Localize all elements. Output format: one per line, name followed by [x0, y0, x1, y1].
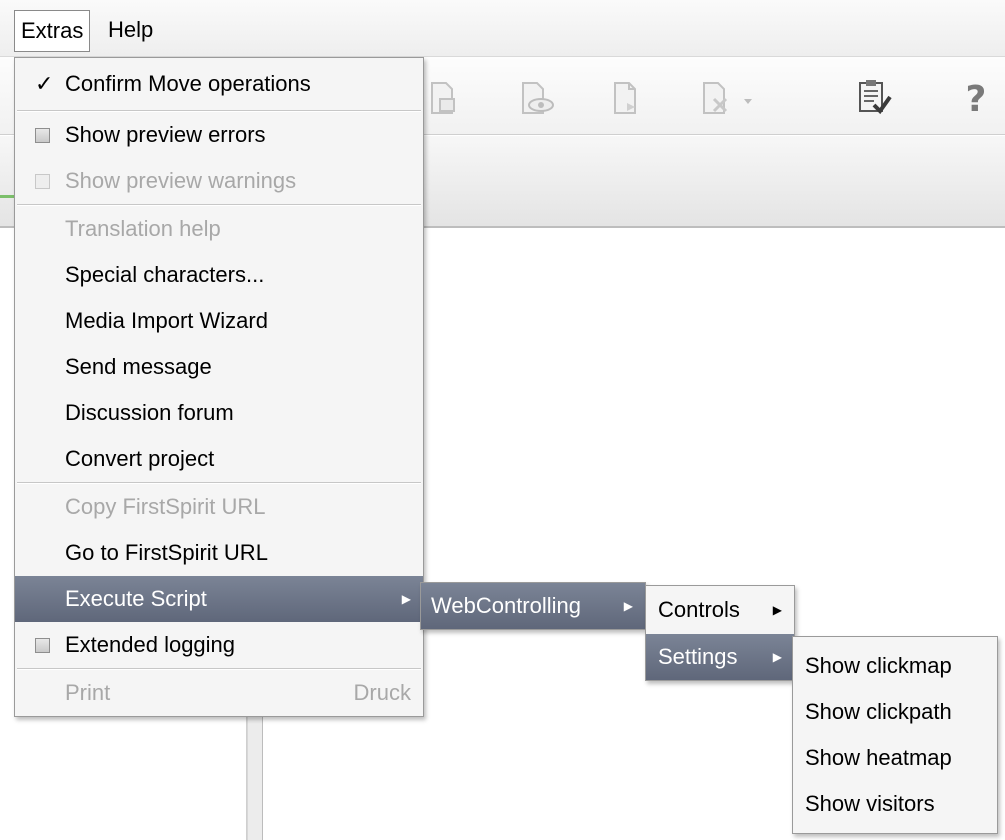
menu-item-label: Translation help [65, 216, 221, 241]
menu-item-label: Show preview warnings [65, 168, 297, 193]
menu-item-label: Special characters... [65, 262, 265, 287]
menu-item-settings[interactable]: Settings ▶ [646, 634, 794, 680]
settings-submenu: Show clickmap Show clickpath Show heatma… [792, 636, 998, 834]
svg-text:?: ? [966, 79, 987, 119]
menu-item-copy-firstspirit-url: Copy FirstSpirit URL [15, 484, 423, 530]
menu-item-label: Show visitors [805, 791, 935, 816]
menu-item-controls[interactable]: Controls ▶ [646, 586, 794, 634]
menu-item-special-characters[interactable]: Special characters... [15, 252, 423, 298]
submenu-arrow-icon: ▶ [401, 592, 411, 606]
menu-item-print: Print Druck [15, 670, 423, 716]
menu-item-label: Controls [658, 597, 740, 622]
menu-bar: Extras Help [0, 0, 1005, 57]
menu-item-discussion-forum[interactable]: Discussion forum [15, 390, 423, 436]
submenu-arrow-icon: ▶ [772, 603, 782, 617]
checkbox-icon[interactable] [35, 128, 50, 143]
menu-item-go-to-firstspirit-url[interactable]: Go to FirstSpirit URL [15, 530, 423, 576]
menu-item-show-visitors[interactable]: Show visitors [793, 781, 997, 827]
page-icon[interactable] [420, 77, 462, 119]
help-icon[interactable]: ? [955, 77, 997, 119]
menu-item-label: Show preview errors [65, 122, 266, 147]
menu-item-label: Execute Script [65, 586, 207, 611]
document-icon[interactable] [605, 77, 647, 119]
menu-item-execute-script[interactable]: Execute Script ▶ [15, 576, 423, 622]
menu-item-label: Go to FirstSpirit URL [65, 540, 268, 565]
menu-item-translation-help: Translation help [15, 206, 423, 252]
menu-item-label: Copy FirstSpirit URL [65, 494, 266, 519]
menu-item-label: Show clickmap [805, 653, 952, 678]
menu-item-media-import-wizard[interactable]: Media Import Wizard [15, 298, 423, 344]
menu-item-label: Print [65, 680, 111, 705]
menu-item-label: Show heatmap [805, 745, 952, 770]
submenu-arrow-icon: ▶ [772, 650, 782, 664]
menu-item-confirm-move[interactable]: ✓ Confirm Move operations [15, 58, 423, 110]
menu-item-convert-project[interactable]: Convert project [15, 436, 423, 482]
menu-item-label: Convert project [65, 446, 215, 471]
menu-item-show-clickpath[interactable]: Show clickpath [793, 689, 997, 735]
menu-item-label: Media Import Wizard [65, 308, 268, 333]
menu-item-label: Confirm Move operations [65, 71, 311, 96]
menu-item-extended-logging[interactable]: Extended logging [15, 622, 423, 668]
checklist-icon[interactable] [852, 77, 894, 119]
menu-item-label: Discussion forum [65, 400, 234, 425]
menu-item-show-preview-warnings: Show preview warnings [15, 158, 423, 204]
webcontrolling-submenu: Controls ▶ Settings ▶ [645, 585, 795, 681]
extras-menu: ✓ Confirm Move operations Show preview e… [14, 57, 424, 717]
menu-extras[interactable]: Extras [14, 10, 91, 52]
menu-item-webcontrolling[interactable]: WebControlling ▶ [421, 583, 645, 629]
document-dropdown-icon[interactable] [694, 77, 764, 119]
menu-item-label: Extended logging [65, 632, 236, 657]
script-submenu: WebControlling ▶ [420, 582, 646, 630]
menu-item-label: Send message [65, 354, 212, 379]
checkbox-icon [35, 174, 50, 189]
menu-item-label: WebControlling [431, 593, 582, 618]
checkmark-icon: ✓ [35, 71, 54, 96]
menu-item-label: Show clickpath [805, 699, 952, 724]
menu-item-send-message[interactable]: Send message [15, 344, 423, 390]
menu-item-show-heatmap[interactable]: Show heatmap [793, 735, 997, 781]
checkbox-icon[interactable] [35, 638, 50, 653]
menu-help[interactable]: Help [102, 10, 159, 52]
menu-item-show-preview-errors[interactable]: Show preview errors [15, 112, 423, 158]
menu-item-label: Settings [658, 644, 738, 669]
submenu-arrow-icon: ▶ [623, 599, 633, 613]
shortcut-label: Druck [353, 680, 411, 705]
preview-icon[interactable] [515, 77, 557, 119]
menu-item-show-clickmap[interactable]: Show clickmap [793, 643, 997, 689]
